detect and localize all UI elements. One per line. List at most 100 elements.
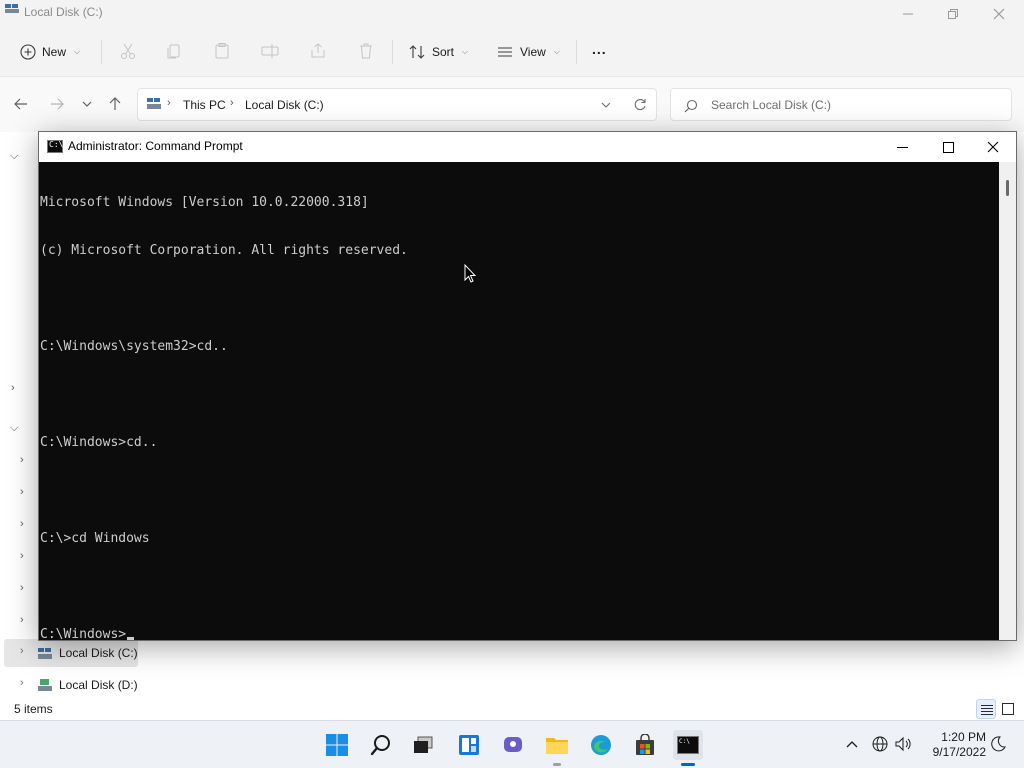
chevron-down-icon[interactable] bbox=[601, 101, 611, 109]
terminal-icon: C:\ bbox=[677, 736, 699, 754]
nav-item-local-disk-d[interactable]: › Local Disk (D:) bbox=[4, 671, 138, 699]
system-clock[interactable]: 1:20 PM 9/17/2022 bbox=[920, 730, 986, 760]
toolbar-divider bbox=[576, 40, 577, 64]
arrow-left-icon bbox=[14, 98, 27, 110]
file-explorer-button[interactable] bbox=[542, 730, 572, 766]
console-output[interactable]: Microsoft Windows [Version 10.0.22000.31… bbox=[39, 162, 999, 643]
collapse-chevron-icon[interactable]: › bbox=[20, 550, 24, 562]
search-box[interactable]: Search Local Disk (C:) bbox=[670, 88, 1012, 121]
refresh-icon[interactable] bbox=[633, 98, 647, 112]
close-icon bbox=[993, 8, 1005, 20]
search-icon bbox=[370, 735, 390, 756]
sort-label: Sort bbox=[432, 45, 455, 59]
collapse-chevron-icon: › bbox=[20, 677, 24, 689]
explorer-restore-button[interactable] bbox=[930, 0, 976, 28]
nav-item-label: Local Disk (D:) bbox=[59, 678, 138, 692]
taskbar-search-button[interactable] bbox=[366, 730, 396, 760]
volume-button[interactable] bbox=[895, 735, 913, 753]
sort-button[interactable]: Sort ⌵ bbox=[408, 37, 468, 67]
task-view-button[interactable] bbox=[408, 730, 438, 760]
focus-assist-button[interactable] bbox=[989, 735, 1007, 753]
restore-icon bbox=[948, 9, 958, 19]
show-hidden-icons-button[interactable] bbox=[843, 735, 861, 753]
collapse-chevron-icon[interactable]: › bbox=[20, 614, 24, 626]
windows-logo-icon bbox=[326, 734, 348, 756]
details-view-button[interactable] bbox=[976, 699, 996, 719]
address-row: › This PC › Local Disk (C:) Search Local… bbox=[0, 76, 1024, 132]
console-line: C:\Windows>cd.. bbox=[40, 435, 158, 450]
more-options-button[interactable]: ... bbox=[592, 34, 607, 64]
chevron-down-icon bbox=[82, 101, 92, 107]
view-button[interactable]: View ⌵ bbox=[496, 37, 560, 67]
recent-locations-button[interactable] bbox=[76, 93, 98, 115]
explorer-minimize-button[interactable] bbox=[885, 0, 931, 28]
cut-icon[interactable] bbox=[118, 41, 138, 61]
copy-icon[interactable] bbox=[164, 41, 184, 61]
breadcrumb-this-pc[interactable]: This PC bbox=[183, 98, 226, 112]
scrollbar-thumb[interactable] bbox=[1006, 180, 1009, 196]
maximize-icon bbox=[942, 141, 954, 153]
console-line: C:\>cd Windows bbox=[40, 531, 150, 546]
console-prompt: C:\Windows> bbox=[40, 627, 127, 642]
store-icon bbox=[636, 734, 654, 755]
breadcrumb-local-disk[interactable]: Local Disk (C:) bbox=[245, 98, 324, 112]
drive-icon bbox=[5, 4, 19, 13]
expand-chevron-icon[interactable]: ⌵ bbox=[10, 150, 18, 163]
rename-icon[interactable] bbox=[260, 41, 280, 61]
chat-icon bbox=[504, 737, 522, 752]
cmd-close-button[interactable] bbox=[970, 132, 1016, 162]
collapse-chevron-icon: › bbox=[20, 645, 24, 657]
share-icon[interactable] bbox=[308, 41, 328, 61]
minimize-icon bbox=[903, 13, 913, 15]
cmd-minimize-button[interactable] bbox=[879, 132, 925, 162]
console-line: C:\Windows\system32>cd.. bbox=[40, 339, 228, 354]
address-bar[interactable]: › This PC › Local Disk (C:) bbox=[137, 88, 657, 121]
edge-icon bbox=[591, 735, 611, 755]
explorer-close-button[interactable] bbox=[976, 0, 1022, 28]
drive-icon bbox=[38, 679, 52, 691]
console-prompt-line[interactable]: C:\Windows> bbox=[40, 627, 999, 643]
network-button[interactable] bbox=[871, 735, 889, 753]
explorer-window-title: Local Disk (C:) bbox=[24, 5, 103, 19]
details-view-icon bbox=[981, 705, 993, 715]
expand-chevron-icon[interactable]: ⌵ bbox=[10, 422, 18, 435]
paste-icon[interactable] bbox=[212, 41, 232, 61]
collapse-chevron-icon[interactable]: › bbox=[20, 582, 24, 594]
drive-icon bbox=[147, 98, 161, 109]
svg-text:C:\: C:\ bbox=[679, 738, 690, 745]
tiles-view-icon bbox=[1002, 703, 1014, 715]
close-icon bbox=[987, 141, 999, 153]
collapse-chevron-icon[interactable]: › bbox=[11, 382, 15, 394]
back-button[interactable] bbox=[10, 93, 32, 115]
cmd-maximize-button[interactable] bbox=[925, 132, 971, 162]
delete-icon[interactable] bbox=[356, 41, 376, 61]
command-prompt-title-bar[interactable]: C:\ Administrator: Command Prompt bbox=[39, 132, 1016, 162]
collapse-chevron-icon[interactable]: › bbox=[20, 486, 24, 498]
console-scrollbar[interactable] bbox=[999, 162, 1016, 640]
view-icon bbox=[498, 47, 512, 57]
command-prompt-window[interactable]: C:\ Administrator: Command Prompt Micros… bbox=[38, 131, 1017, 643]
command-prompt-taskbar-button[interactable]: C:\ bbox=[673, 730, 703, 766]
collapse-chevron-icon[interactable]: › bbox=[20, 454, 24, 466]
store-button[interactable] bbox=[630, 730, 660, 760]
widgets-button[interactable] bbox=[454, 730, 484, 760]
start-button[interactable] bbox=[322, 730, 352, 760]
new-button[interactable]: New ⌵ bbox=[20, 37, 80, 67]
file-explorer-icon bbox=[546, 738, 568, 754]
forward-button[interactable] bbox=[46, 93, 68, 115]
chevron-down-icon: ⌵ bbox=[74, 47, 81, 56]
search-placeholder: Search Local Disk (C:) bbox=[711, 98, 832, 112]
up-button[interactable] bbox=[104, 93, 126, 115]
tiles-view-button[interactable] bbox=[998, 699, 1018, 719]
chat-button[interactable] bbox=[498, 730, 528, 760]
collapse-chevron-icon[interactable]: › bbox=[20, 518, 24, 530]
explorer-title-bar[interactable]: Local Disk (C:) bbox=[0, 0, 1024, 28]
edge-button[interactable] bbox=[586, 730, 616, 760]
globe-icon bbox=[872, 736, 888, 752]
chevron-down-icon: ⌵ bbox=[462, 47, 469, 56]
arrow-up-icon bbox=[109, 97, 121, 110]
